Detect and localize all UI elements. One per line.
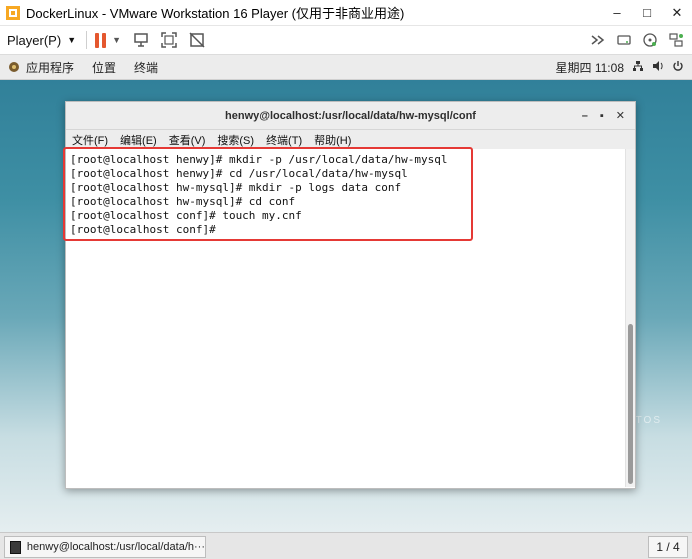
terminal-scrollbar[interactable] <box>625 149 635 487</box>
chevron-down-icon: ▼ <box>67 35 77 45</box>
gnome-taskbar: henwy@localhost:/usr/local/data/h··· 1 /… <box>0 532 692 559</box>
places-menu[interactable]: 位置 <box>92 59 116 76</box>
volume-icon[interactable] <box>652 60 664 75</box>
removable-devices-icon[interactable] <box>614 30 634 50</box>
terminal-title: henwy@localhost:/usr/local/data/hw-mysql… <box>225 109 476 122</box>
terminal-minimize-button[interactable]: – <box>582 110 588 122</box>
gnome-top-bar: 应用程序 位置 终端 星期四 11:08 <box>0 55 692 80</box>
terminal-line: [root@localhost hw-mysql]# mkdir -p logs… <box>70 181 402 194</box>
scrollbar-thumb[interactable] <box>628 324 633 484</box>
maximize-button[interactable]: □ <box>632 0 662 25</box>
terminal-window: henwy@localhost:/usr/local/data/hw-mysql… <box>65 101 636 489</box>
chevron-down-icon[interactable]: ▼ <box>112 35 121 45</box>
taskbar-terminal-label: henwy@localhost:/usr/local/data/h··· <box>26 541 205 553</box>
vmware-logo-icon <box>6 5 20 20</box>
terminal-line: [root@localhost henwy]# cd /usr/local/da… <box>70 167 408 180</box>
menu-terminal[interactable]: 终端(T) <box>266 132 302 148</box>
close-button[interactable]: ✕ <box>662 0 692 25</box>
guest-desktop: 应用程序 位置 终端 星期四 11:08 TOS henwy@localhost… <box>0 55 692 532</box>
send-ctrl-alt-del-icon[interactable] <box>131 30 151 50</box>
clock[interactable]: 星期四 11:08 <box>556 59 624 76</box>
power-icon[interactable] <box>672 60 684 75</box>
menu-view[interactable]: 查看(V) <box>169 132 206 148</box>
terminal-menubar: 文件(F) 编辑(E) 查看(V) 搜索(S) 终端(T) 帮助(H) <box>66 130 635 149</box>
gnome-status-area: 星期四 11:08 <box>556 55 684 79</box>
vm-window-title: DockerLinux - VMware Workstation 16 Play… <box>26 6 405 21</box>
terminal-window-controls: – ▪ ✕ <box>582 102 625 129</box>
player-menu-button[interactable]: Player(P) ▼ <box>7 33 76 48</box>
menu-help[interactable]: 帮助(H) <box>314 132 351 148</box>
vm-toolbar: Player(P) ▼ ▼ <box>0 26 692 55</box>
toolbar-divider <box>86 31 88 49</box>
pause-icon[interactable] <box>95 32 107 48</box>
taskbar-terminal-item[interactable]: henwy@localhost:/usr/local/data/h··· <box>4 536 206 558</box>
minimize-button[interactable]: – <box>602 0 632 25</box>
workspace-indicator[interactable]: 1 / 4 <box>648 536 688 558</box>
terminal-close-button[interactable]: ✕ <box>616 109 625 122</box>
terminal-titlebar[interactable]: henwy@localhost:/usr/local/data/hw-mysql… <box>66 102 635 130</box>
menu-search[interactable]: 搜索(S) <box>217 132 254 148</box>
terminal-line: [root@localhost hw-mysql]# cd conf <box>70 195 296 208</box>
menu-file[interactable]: 文件(F) <box>72 132 108 148</box>
terminal-maximize-button[interactable]: ▪ <box>600 110 604 122</box>
vm-window-controls: – □ ✕ <box>602 0 692 25</box>
cd-icon[interactable] <box>640 30 660 50</box>
device-icons <box>588 30 686 50</box>
terminal-prompt-line: [root@localhost conf]# <box>70 223 223 236</box>
terminal-output[interactable]: [root@localhost henwy]# mkdir -p /usr/lo… <box>66 149 626 487</box>
vm-titlebar: DockerLinux - VMware Workstation 16 Play… <box>0 0 692 26</box>
terminal-line: [root@localhost conf]# touch my.cnf <box>70 209 302 222</box>
unity-icon[interactable] <box>187 30 207 50</box>
desktop-watermark: TOS <box>635 415 662 426</box>
terminal-icon <box>10 540 21 554</box>
applications-menu[interactable]: 应用程序 <box>26 59 74 76</box>
terminal-menu[interactable]: 终端 <box>134 59 158 76</box>
menu-edit[interactable]: 编辑(E) <box>120 132 157 148</box>
applications-icon <box>9 62 19 72</box>
network-icon[interactable] <box>666 30 686 50</box>
fullscreen-icon[interactable] <box>159 30 179 50</box>
network-wired-icon[interactable] <box>632 60 644 75</box>
terminal-line: [root@localhost henwy]# mkdir -p /usr/lo… <box>70 153 448 166</box>
fast-forward-icon[interactable] <box>588 30 608 50</box>
player-menu-label: Player(P) <box>7 32 62 48</box>
